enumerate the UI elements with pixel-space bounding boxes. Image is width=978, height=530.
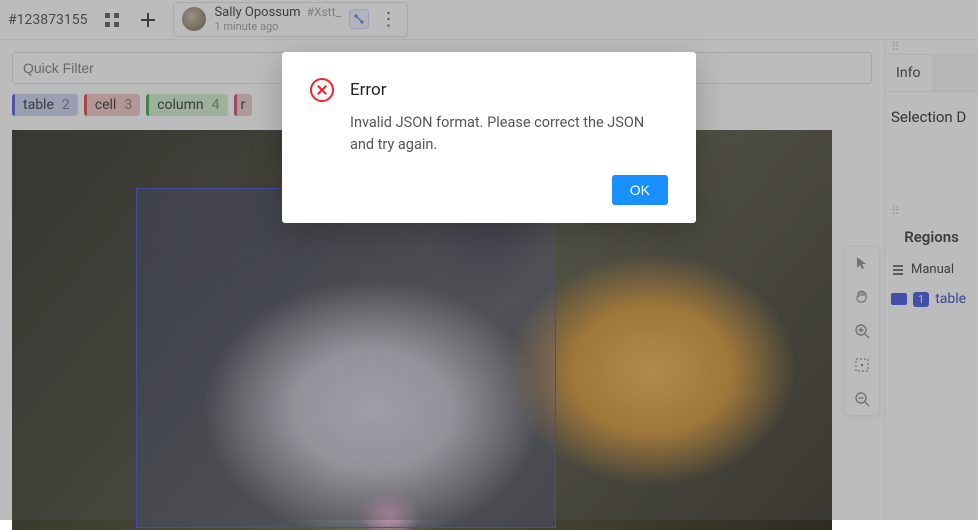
modal-body: Invalid JSON format. Please correct the … [350, 112, 668, 157]
ok-button[interactable]: OK [612, 175, 668, 205]
modal-title: Error [350, 80, 386, 100]
error-icon [310, 78, 334, 102]
error-modal: Error Invalid JSON format. Please correc… [282, 52, 696, 223]
modal-overlay[interactable]: Error Invalid JSON format. Please correc… [0, 0, 978, 520]
